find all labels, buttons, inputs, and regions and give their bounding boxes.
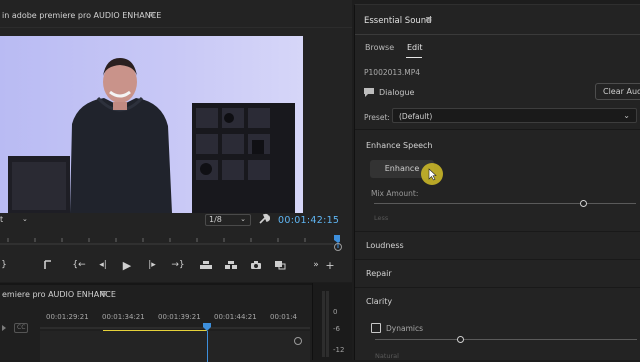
meter-scale-label: 0 [333, 308, 338, 316]
mouse-cursor-highlight [421, 163, 443, 185]
program-monitor-title[interactable]: in adobe premiere pro AUDIO ENHANCE [2, 11, 161, 20]
preset-dropdown[interactable]: (Default) ⌄ [392, 108, 637, 123]
program-time-ruler[interactable] [0, 232, 340, 248]
go-to-in-button[interactable]: {← [70, 256, 88, 274]
chevron-down-icon: ⌄ [22, 215, 28, 223]
go-to-out-button[interactable]: →} [169, 256, 187, 274]
wrench-icon[interactable] [258, 213, 270, 225]
program-monitor-tab-bar: in adobe premiere pro AUDIO ENHANCE ≡ [0, 0, 352, 28]
dynamics-slider-thumb[interactable] [457, 336, 465, 343]
video-preview [0, 36, 303, 213]
dynamics-slider[interactable] [375, 339, 637, 340]
preset-label: Preset: [364, 113, 390, 122]
slider-min-label: Natural [375, 352, 399, 360]
loudness-section-heading[interactable]: Loudness [366, 241, 404, 250]
speech-bubble-icon [364, 88, 374, 97]
active-tab-indicator [406, 57, 422, 58]
lift-icon [200, 261, 212, 269]
play-indicator-icon [2, 325, 6, 331]
lift-button[interactable] [198, 256, 214, 274]
meter-bar-right [326, 291, 329, 357]
play-button[interactable]: ▶ [120, 256, 134, 274]
audio-type-label: Dialogue [379, 88, 415, 97]
playhead-marker [203, 323, 211, 331]
timeline-panel: emiere pro AUDIO ENHANCE ≡ 00:01:29:21 0… [0, 283, 352, 362]
preset-value: (Default) [399, 112, 433, 121]
camera-icon [251, 261, 261, 269]
mix-amount-label: Mix Amount: [371, 189, 419, 198]
chevron-down-icon: ⌄ [623, 111, 630, 120]
meter-scale-label: -6 [333, 325, 340, 333]
slider-min-label: Less [374, 214, 389, 222]
step-forward-button[interactable]: |▸ [145, 256, 159, 274]
timeline-scroll-handle[interactable] [294, 337, 302, 345]
mix-amount-slider-thumb[interactable] [579, 200, 587, 207]
mark-out-button[interactable]: } [0, 256, 8, 274]
divider [355, 231, 640, 232]
ruler-timecode: 00:01:44:21 [214, 313, 257, 321]
panel-menu-icon[interactable]: ≡ [425, 15, 433, 25]
repair-section-heading[interactable]: Repair [366, 269, 392, 278]
more-controls-button[interactable]: » [310, 256, 322, 274]
extract-button[interactable] [223, 256, 239, 274]
timeline-sequence-tab[interactable]: emiere pro AUDIO ENHANCE [2, 290, 116, 299]
playhead-line[interactable] [207, 331, 208, 362]
fit-zoom-select[interactable]: t ⌄ [0, 215, 34, 227]
step-back-button[interactable]: ◂| [96, 256, 110, 274]
mix-amount-slider[interactable] [374, 203, 636, 204]
fit-zoom-value: t [0, 215, 4, 224]
mark-in-point-button[interactable] [40, 256, 56, 274]
captions-label[interactable]: CC [14, 323, 29, 333]
extract-icon [225, 261, 237, 269]
divider [355, 34, 640, 35]
timeline-track-area[interactable] [40, 331, 310, 362]
essential-sound-panel: Essential Sound ≡ Browse Edit P1002013.M… [354, 4, 640, 360]
mark-in-icon [44, 260, 51, 269]
transport-controls: } {← ◂| ▶ |▸ →} » + [0, 256, 340, 276]
ruler-timecode: 00:01:29:21 [46, 313, 89, 321]
dynamics-label: Dynamics [386, 324, 423, 333]
video-frame-image [0, 36, 303, 213]
essential-sound-title[interactable]: Essential Sound [364, 16, 432, 26]
dynamics-checkbox[interactable] [371, 323, 381, 333]
chevron-down-icon: ⌄ [240, 215, 246, 223]
comparison-view-icon [275, 261, 286, 270]
audio-meter: 0 -6 -12 [312, 283, 352, 360]
export-frame-button[interactable] [248, 256, 264, 274]
program-monitor-panel: in adobe premiere pro AUDIO ENHANCE ≡ t … [0, 0, 352, 282]
zoom-scroll-handle[interactable] [334, 243, 342, 251]
meter-bar-left [322, 291, 325, 357]
ruler-timecode: 00:01:34:21 [102, 313, 145, 321]
tab-edit[interactable]: Edit [407, 43, 423, 52]
clear-audio-type-button[interactable]: Clear Audio [595, 83, 640, 100]
meter-scale-label: -12 [333, 346, 345, 354]
enhance-speech-heading[interactable]: Enhance Speech [366, 141, 433, 150]
clarity-section-heading[interactable]: Clarity [366, 297, 392, 306]
clip-name: P1002013.MP4 [364, 68, 421, 77]
divider [355, 129, 640, 130]
ruler-timecode: 00:01:4 [270, 313, 297, 321]
cursor-arrow-icon [428, 168, 437, 181]
divider [355, 259, 640, 260]
tab-browse[interactable]: Browse [365, 43, 394, 52]
panel-menu-icon[interactable]: ≡ [100, 289, 108, 299]
playback-resolution-value: 1/8 [209, 215, 222, 224]
panel-menu-icon[interactable]: ≡ [148, 10, 156, 20]
ruler-timecode: 00:01:39:21 [158, 313, 201, 321]
button-editor-button[interactable]: + [324, 256, 336, 274]
playhead-marker [334, 235, 340, 243]
playback-resolution-select[interactable]: 1/8 ⌄ [205, 214, 251, 226]
playhead-timecode[interactable]: 00:01:42:15 [278, 215, 339, 226]
divider [355, 287, 640, 288]
comparison-view-button[interactable] [272, 256, 288, 274]
